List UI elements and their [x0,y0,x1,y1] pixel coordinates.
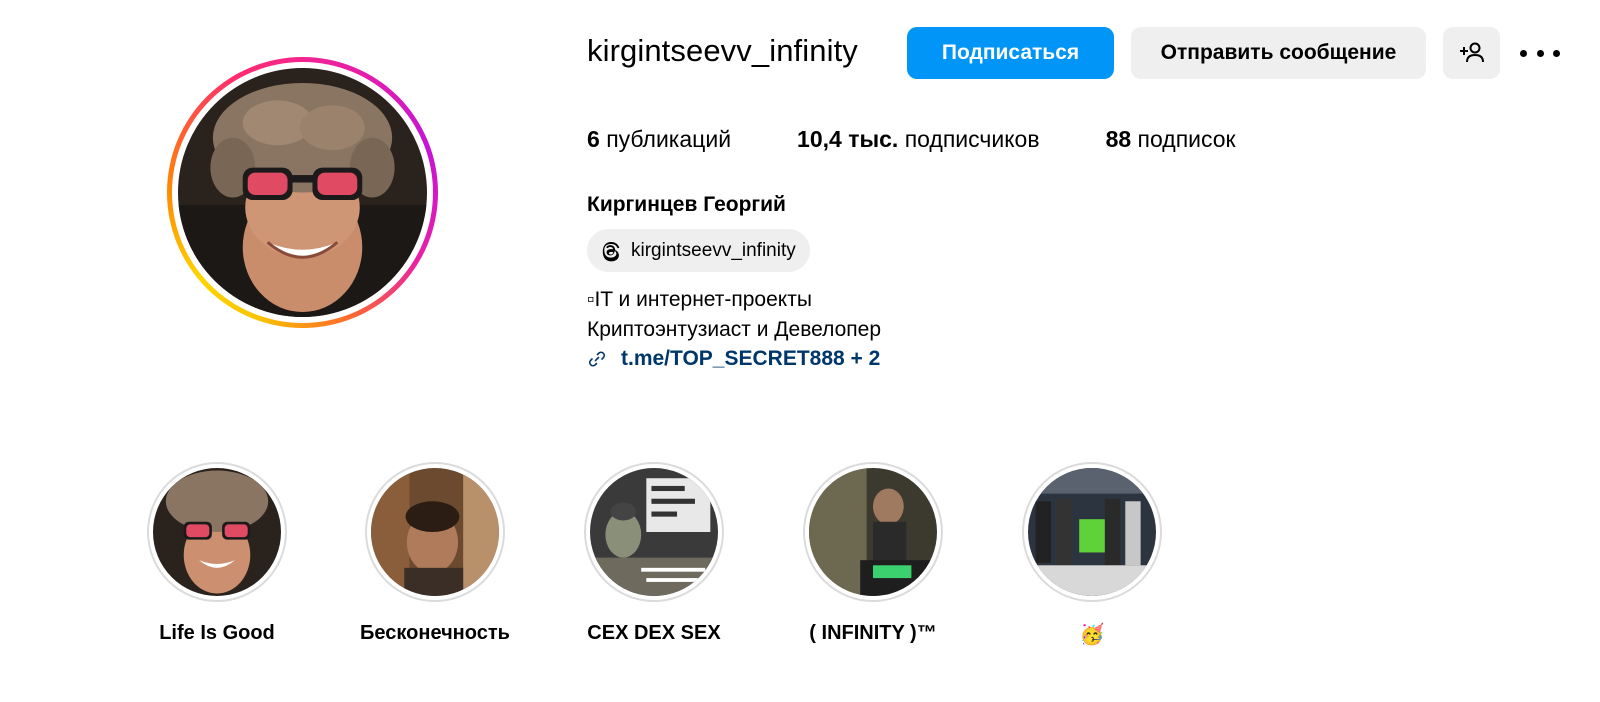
highlight-title: Бесконечность [360,622,510,644]
bio-link-text[interactable]: t.me/TOP_SECRET888 + 2 [621,347,880,371]
suggest-users-button[interactable] [1443,27,1500,79]
profile-full-name: Киргинцев Георгий [587,193,786,216]
highlight-title: ( INFINITY )™ [809,622,937,644]
posts-stat: 6 публикаций [587,126,731,153]
send-message-button[interactable]: Отправить сообщение [1131,27,1426,79]
more-options-icon [1520,49,1527,57]
story-highlight[interactable]: Бесконечность [360,462,510,644]
followers-count: 10,4 тыс. [797,126,899,152]
highlight-cover-ring [147,462,287,602]
avatar-inner-border [172,62,433,323]
highlight-cover-image [153,468,281,596]
following-count: 88 [1105,126,1132,152]
highlight-title: 🥳 [1079,624,1105,646]
follow-button[interactable]: Подписаться [907,27,1114,79]
followers-label: подписчиков [904,126,1040,152]
story-highlight[interactable]: 🥳 [1022,462,1162,646]
story-highlight[interactable]: Life Is Good [147,462,287,644]
avatar[interactable] [178,68,427,317]
highlight-cover-ring [584,462,724,602]
bio-external-link[interactable]: t.me/TOP_SECRET888 + 2 [587,347,880,371]
more-options-dot [1553,49,1560,57]
story-highlight[interactable]: CEX DEX SEX [584,462,724,644]
following-label: подписок [1137,126,1236,152]
posts-label: публикаций [606,126,732,152]
bio-line: ▫IT и интернет-проекты [587,288,812,311]
followers-stat[interactable]: 10,4 тыс. подписчиков [797,126,1040,153]
threads-handle: kirgintseevv_infinity [631,239,796,261]
highlight-cover-image [1028,468,1156,596]
posts-count: 6 [587,126,600,152]
profile-stats: 6 публикаций 10,4 тыс. подписчиков 88 по… [587,126,1302,153]
highlight-title: CEX DEX SEX [587,622,721,644]
highlight-cover-ring [803,462,943,602]
profile-avatar-story-ring[interactable] [167,57,438,328]
following-stat[interactable]: 88 подписок [1106,126,1236,153]
more-options-dot [1536,49,1544,57]
threads-icon [602,241,620,261]
threads-badge-link[interactable]: kirgintseevv_infinity [587,229,810,272]
bio-line: Криптоэнтузиаст и Девелопер [587,318,881,341]
story-highlight[interactable]: ( INFINITY )™ [803,462,943,644]
highlight-cover-image [809,468,937,596]
highlight-cover-ring [365,462,505,602]
profile-username: kirgintseevv_infinity [587,33,858,68]
more-options-button[interactable] [1520,40,1560,66]
highlight-cover-image [371,468,499,596]
highlight-cover-ring [1022,462,1162,602]
link-icon [589,351,605,367]
highlight-title: Life Is Good [159,622,275,644]
add-user-icon [1459,42,1484,63]
highlight-cover-image [590,468,718,596]
